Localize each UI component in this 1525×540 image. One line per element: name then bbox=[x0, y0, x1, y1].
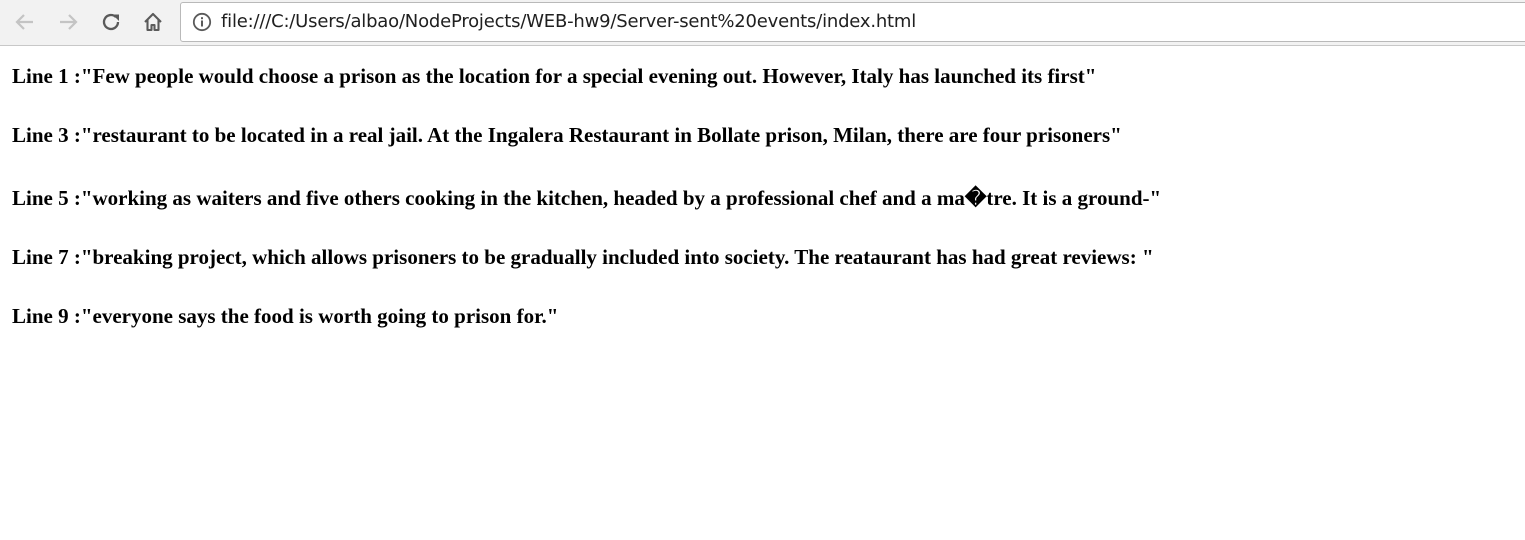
event-line: Line 5 :"working as waiters and five oth… bbox=[12, 186, 1162, 210]
home-icon bbox=[144, 12, 162, 32]
reload-icon bbox=[102, 13, 120, 31]
home-button[interactable] bbox=[138, 7, 168, 37]
event-line: Line 3 :"restaurant to be located in a r… bbox=[12, 123, 1122, 147]
forward-button[interactable] bbox=[53, 7, 83, 37]
event-line: Line 9 :"everyone says the food is worth… bbox=[12, 304, 559, 328]
forward-arrow-icon bbox=[60, 14, 78, 30]
browser-toolbar: file:///C:/Users/albao/NodeProjects/WEB-… bbox=[0, 0, 1525, 46]
back-arrow-icon bbox=[15, 14, 33, 30]
event-line: Line 7 :"breaking project, which allows … bbox=[12, 245, 1154, 269]
address-bar[interactable]: file:///C:/Users/albao/NodeProjects/WEB-… bbox=[180, 2, 1525, 42]
event-line: Line 1 :"Few people would choose a priso… bbox=[12, 64, 1097, 88]
url-text[interactable]: file:///C:/Users/albao/NodeProjects/WEB-… bbox=[221, 11, 916, 33]
reload-button[interactable] bbox=[96, 7, 126, 37]
back-button[interactable] bbox=[10, 7, 40, 37]
info-icon[interactable] bbox=[192, 12, 212, 32]
